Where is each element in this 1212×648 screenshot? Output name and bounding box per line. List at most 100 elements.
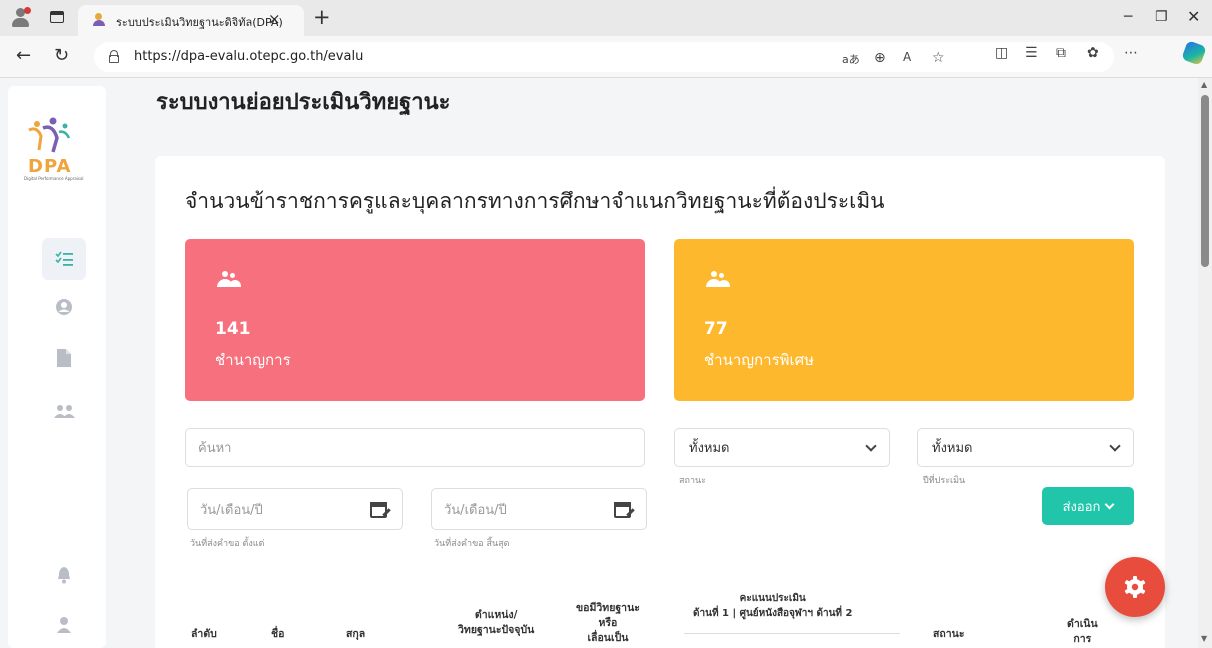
score-header-divider	[684, 633, 900, 634]
close-window-icon[interactable]: ✕	[1187, 7, 1200, 26]
col-header-score-title: คะแนนประเมิน	[739, 593, 806, 604]
page-title: ระบบงานย่อยประเมินวิทยฐานะ	[156, 90, 451, 115]
col-header-request-line3: เลื่อนเป็น	[587, 632, 629, 644]
col-header-request-line1: ขอมีวิทยฐานะ	[576, 602, 640, 614]
sidebar-item-checklist[interactable]	[42, 238, 86, 280]
users-icon	[215, 271, 241, 291]
checklist-icon	[55, 251, 73, 266]
date-to-hint: วันที่ส่งคำขอ สิ้นสุด	[434, 539, 510, 549]
read-aloud-icon[interactable]: A	[903, 50, 911, 64]
date-to-placeholder: วัน/เดือน/ปี	[444, 502, 507, 518]
minimize-icon[interactable]: ─	[1124, 9, 1132, 25]
sidebar-item-documents[interactable]	[42, 337, 86, 379]
calendar-icon[interactable]	[370, 499, 391, 519]
stat-card-chamnan-phiset: 77 ชำนาญการพิเศษ	[674, 239, 1134, 401]
tab-title: ระบบประเมินวิทยฐานะดิจิทัล(DPA)	[116, 16, 283, 29]
browser-tab-bar: ระบบประเมินวิทยฐานะดิจิทัล(DPA) × + ─ ❐ …	[0, 0, 1212, 36]
profile-icon[interactable]	[10, 7, 32, 28]
chevron-down-icon	[865, 439, 877, 452]
col-header-action: ดำเนิน การ	[1067, 617, 1098, 647]
stat-count: 77	[704, 319, 728, 339]
scroll-up-icon[interactable]: ▲	[1201, 80, 1207, 89]
status-hint: สถานะ	[679, 476, 706, 486]
collections-icon[interactable]: ⧉	[1056, 45, 1066, 61]
col-header-score-sub: ด้านที่ 1 | ศูนย์หนังสือจุฬาฯ ด้านที่ 2	[693, 608, 853, 619]
translate-icon[interactable]: aあ	[842, 51, 860, 67]
col-header-surname: สกุล	[346, 628, 366, 640]
col-header-status: สถานะ	[933, 628, 965, 640]
col-header-order: ลำดับ	[191, 628, 217, 640]
col-header-name: ชื่อ	[271, 628, 285, 640]
sidebar-item-notifications[interactable]	[42, 554, 86, 596]
col-header-action-line1: ดำเนิน	[1067, 618, 1098, 630]
address-bar-row: ← ↻ https://dpa-evalu.otepc.go.th/evalu …	[0, 36, 1212, 78]
back-icon[interactable]: ←	[16, 45, 31, 66]
col-header-request-line2: หรือ	[598, 617, 618, 629]
url-text: https://dpa-evalu.otepc.go.th/evalu	[134, 49, 364, 64]
zoom-icon[interactable]: ⊕	[874, 50, 886, 66]
col-header-position-line1: ตำแหน่ง/	[474, 609, 518, 621]
bell-icon	[58, 567, 70, 584]
col-header-score: คะแนนประเมิน ด้านที่ 1 | ศูนย์หนังสือจุฬ…	[693, 591, 852, 621]
col-header-position: ตำแหน่ง/ วิทยฐานะปัจจุบัน	[458, 608, 534, 638]
calendar-icon[interactable]	[614, 499, 635, 519]
lock-icon[interactable]	[109, 50, 119, 63]
favorites-icon[interactable]: ☰	[1025, 45, 1038, 61]
tab-actions-icon[interactable]	[50, 11, 64, 23]
chevron-down-icon	[1109, 439, 1121, 452]
stat-card-chamnan: 141 ชำนาญการ	[185, 239, 645, 401]
logo-text: DPA	[28, 156, 72, 177]
sidebar-item-users[interactable]	[42, 391, 86, 433]
person-icon	[57, 617, 71, 633]
logo-figures-icon	[28, 117, 71, 153]
split-screen-icon[interactable]: ◫	[995, 45, 1008, 61]
chevron-down-icon	[1104, 499, 1115, 509]
sidebar-item-account[interactable]	[42, 604, 86, 646]
page-viewport: DPA Digital Performance Appraisal ระบบงา…	[0, 78, 1198, 648]
date-from-placeholder: วัน/เดือน/ปี	[200, 502, 263, 518]
date-from-input[interactable]: วัน/เดือน/ปี	[187, 488, 403, 530]
settings-fab-button[interactable]	[1105, 557, 1165, 617]
status-select-value: ทั้งหมด	[689, 441, 730, 456]
tab-close-icon[interactable]: ×	[268, 10, 281, 28]
restore-icon[interactable]: ❐	[1155, 9, 1168, 25]
url-field[interactable]: https://dpa-evalu.otepc.go.th/evalu aあ ⊕…	[94, 42, 1114, 72]
status-select[interactable]: ทั้งหมด	[674, 428, 890, 467]
year-select-value: ทั้งหมด	[932, 441, 973, 456]
scroll-thumb[interactable]	[1201, 95, 1209, 267]
stat-label: ชำนาญการพิเศษ	[704, 351, 815, 369]
date-to-input[interactable]: วัน/เดือน/ปี	[431, 488, 647, 530]
favorite-star-icon[interactable]: ☆	[932, 50, 945, 66]
export-button-label: ส่งออก	[1062, 499, 1101, 515]
extensions-icon[interactable]: ✿	[1087, 45, 1099, 61]
site-favicon-icon	[92, 13, 106, 27]
col-header-request: ขอมีวิทยฐานะ หรือ เลื่อนเป็น	[576, 601, 640, 646]
scroll-down-icon[interactable]: ▼	[1201, 634, 1207, 643]
copilot-icon[interactable]	[1181, 40, 1207, 66]
date-from-hint: วันที่ส่งคำขอ ตั้งแต่	[190, 539, 265, 549]
users-icon	[54, 405, 75, 418]
col-header-position-line2: วิทยฐานะปัจจุบัน	[458, 624, 535, 636]
card-title: จำนวนข้าราชการครูและบุคลากรทางการศึกษาจำ…	[185, 189, 885, 213]
document-icon	[57, 349, 71, 367]
main-card: จำนวนข้าราชการครูและบุคลากรทางการศึกษาจำ…	[155, 156, 1165, 648]
year-select[interactable]: ทั้งหมด	[917, 428, 1134, 467]
search-input[interactable]: ค้นหา	[185, 428, 645, 467]
new-tab-button[interactable]: +	[313, 5, 331, 29]
dpa-logo[interactable]: DPA Digital Performance Appraisal	[23, 116, 84, 181]
logo-subtext: Digital Performance Appraisal	[24, 176, 84, 181]
page-scrollbar[interactable]: ▲ ▼	[1198, 78, 1212, 648]
refresh-icon[interactable]: ↻	[54, 45, 69, 66]
stat-label: ชำนาญการ	[215, 351, 291, 369]
year-hint: ปีที่ประเมิน	[923, 476, 966, 486]
export-button[interactable]: ส่งออก	[1042, 487, 1134, 525]
sidebar-item-profile[interactable]	[42, 286, 86, 328]
col-header-action-line2: การ	[1073, 633, 1092, 645]
sidebar: DPA Digital Performance Appraisal	[8, 86, 106, 648]
stat-count: 141	[215, 319, 251, 339]
users-icon	[704, 271, 730, 291]
user-circle-icon	[56, 299, 72, 315]
browser-tab[interactable]: ระบบประเมินวิทยฐานะดิจิทัล(DPA) ×	[78, 5, 304, 36]
more-menu-icon[interactable]: ⋯	[1124, 45, 1138, 61]
gear-icon	[1124, 576, 1146, 598]
